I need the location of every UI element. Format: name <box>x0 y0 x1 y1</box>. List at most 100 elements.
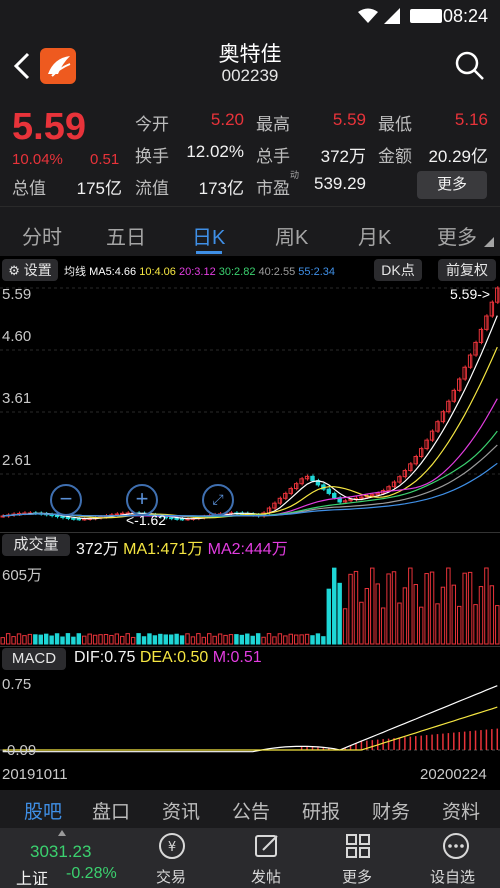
volume-bar <box>397 602 402 645</box>
stat-label-low: 最低 <box>378 115 412 134</box>
volume-bar <box>82 635 87 645</box>
gear-icon: ⚙ <box>8 263 20 278</box>
volume-bar <box>250 635 255 645</box>
volume-bar <box>158 633 163 645</box>
zoom-in-icon[interactable]: + <box>126 484 158 516</box>
volume-bar <box>342 608 348 645</box>
quote-more-button[interactable]: 更多 <box>417 171 487 199</box>
price-axis-2: 4.60 <box>2 328 32 345</box>
volume-bar <box>310 635 315 645</box>
tab-news[interactable]: 资讯 <box>162 797 200 824</box>
macd-axis-bottom: -0.09 <box>2 742 37 759</box>
wifi-icon <box>358 8 378 23</box>
volume-bar <box>446 567 451 645</box>
volume-bar <box>33 634 38 645</box>
volume-bar <box>109 634 114 645</box>
tab-intraday[interactable]: 分时 <box>22 221 62 250</box>
signal-icon <box>384 8 400 24</box>
volume-bar <box>65 633 71 645</box>
ma10-value: 10:4.06 <box>139 266 176 278</box>
candle-body <box>359 496 364 499</box>
volume-bar <box>43 633 49 645</box>
volume-bar <box>87 633 92 645</box>
candle-body <box>179 518 185 521</box>
volume-bar <box>440 586 446 645</box>
volume-value: 372万 <box>76 541 119 558</box>
macd-dif-line <box>2 685 498 753</box>
volume-bar <box>71 636 76 645</box>
add-watchlist-button[interactable]: 设自选 <box>420 828 495 888</box>
volume-bar <box>304 633 310 645</box>
tab-forum[interactable]: 股吧 <box>24 797 62 824</box>
fullscreen-icon[interactable]: ⤢ <box>202 484 234 516</box>
adjust-button[interactable]: 前复权 <box>438 259 496 281</box>
tab-financials[interactable]: 财务 <box>372 797 410 824</box>
volume-bar <box>359 601 364 645</box>
tab-orderbook[interactable]: 盘口 <box>92 797 130 824</box>
tab-monthly-k[interactable]: 月K <box>358 221 391 250</box>
chart-area[interactable]: ⚙ 设置 均线 MA5:4.66 10:4.06 20:3.12 30:2.82… <box>0 256 500 786</box>
volume-bar <box>196 633 201 645</box>
volume-bar <box>92 634 98 645</box>
volume-bar <box>190 636 196 645</box>
candle-body <box>120 512 125 515</box>
quote-panel: 5.59 10.04% 0.51 今开 5.20 最高 5.59 最低 5.16… <box>0 100 500 206</box>
volume-bar <box>125 633 130 645</box>
volume-ma2: MA2:444万 <box>207 541 288 558</box>
tab-profile[interactable]: 资料 <box>442 797 480 824</box>
volume-bar <box>114 633 120 645</box>
volume-bar <box>22 635 27 645</box>
macd-m: M:0.51 <box>212 649 262 666</box>
macd-indicator-button[interactable]: MACD <box>2 648 66 670</box>
volume-bar <box>326 588 332 645</box>
index-ticker[interactable]: 3031.23 上证 -0.28% <box>0 828 125 888</box>
search-icon[interactable] <box>454 50 486 82</box>
volume-bar <box>201 636 207 645</box>
volume-bar <box>168 634 174 645</box>
battery-icon <box>410 9 442 23</box>
volume-bar <box>457 605 462 645</box>
volume-bar <box>484 567 489 645</box>
candle-body <box>76 518 82 521</box>
chart-settings-button[interactable]: ⚙ 设置 <box>2 259 58 281</box>
volume-bar <box>364 588 370 645</box>
trade-button[interactable]: ¥ 交易 <box>140 828 205 888</box>
stat-value-volume: 372万 <box>320 147 366 166</box>
candle-body <box>462 366 467 380</box>
tab-research[interactable]: 研报 <box>302 797 340 824</box>
tab-daily-k[interactable]: 日K <box>192 221 225 250</box>
dk-point-button[interactable]: DK点 <box>374 259 422 281</box>
zoom-out-icon[interactable]: − <box>50 484 82 516</box>
price-axis-4: 2.61 <box>2 452 32 469</box>
stat-label-turnover: 换手 <box>135 147 169 166</box>
stat-value-turnover: 12.02% <box>186 142 244 161</box>
volume-bar <box>266 633 272 645</box>
post-button[interactable]: 发帖 <box>235 828 300 888</box>
candle-body <box>54 515 60 518</box>
volume-bar <box>272 636 277 645</box>
volume-bar <box>370 567 375 645</box>
tab-five-day[interactable]: 五日 <box>106 221 146 250</box>
tab-weekly-k[interactable]: 周K <box>275 221 308 250</box>
candle-body <box>71 517 76 520</box>
chart-settings-label: 设置 <box>23 262 52 278</box>
stock-code: 002239 <box>221 66 279 85</box>
ma30-value: 30:2.82 <box>218 266 256 278</box>
volume-bar <box>130 636 136 645</box>
more-tools-button[interactable]: 更多 <box>326 828 391 888</box>
tab-more[interactable]: 更多 <box>437 221 477 250</box>
candle-body <box>65 517 71 520</box>
stat-value-total-value: 175亿 <box>76 179 122 198</box>
volume-bar <box>11 636 16 645</box>
volume-bar <box>489 585 495 645</box>
ma-legend: 均线 MA5:4.66 10:4.06 20:3.12 30:2.82 40:2… <box>64 263 335 279</box>
volume-bar <box>380 607 386 645</box>
volume-bar <box>277 633 283 645</box>
tab-announcements[interactable]: 公告 <box>232 797 270 824</box>
more-tools-label: 更多 <box>342 869 373 886</box>
volume-indicator-button[interactable]: 成交量 <box>2 534 70 556</box>
volume-bar <box>261 636 266 645</box>
stat-value-high: 5.59 <box>332 110 366 129</box>
volume-bar <box>212 635 217 645</box>
caret-up-icon <box>58 830 66 836</box>
